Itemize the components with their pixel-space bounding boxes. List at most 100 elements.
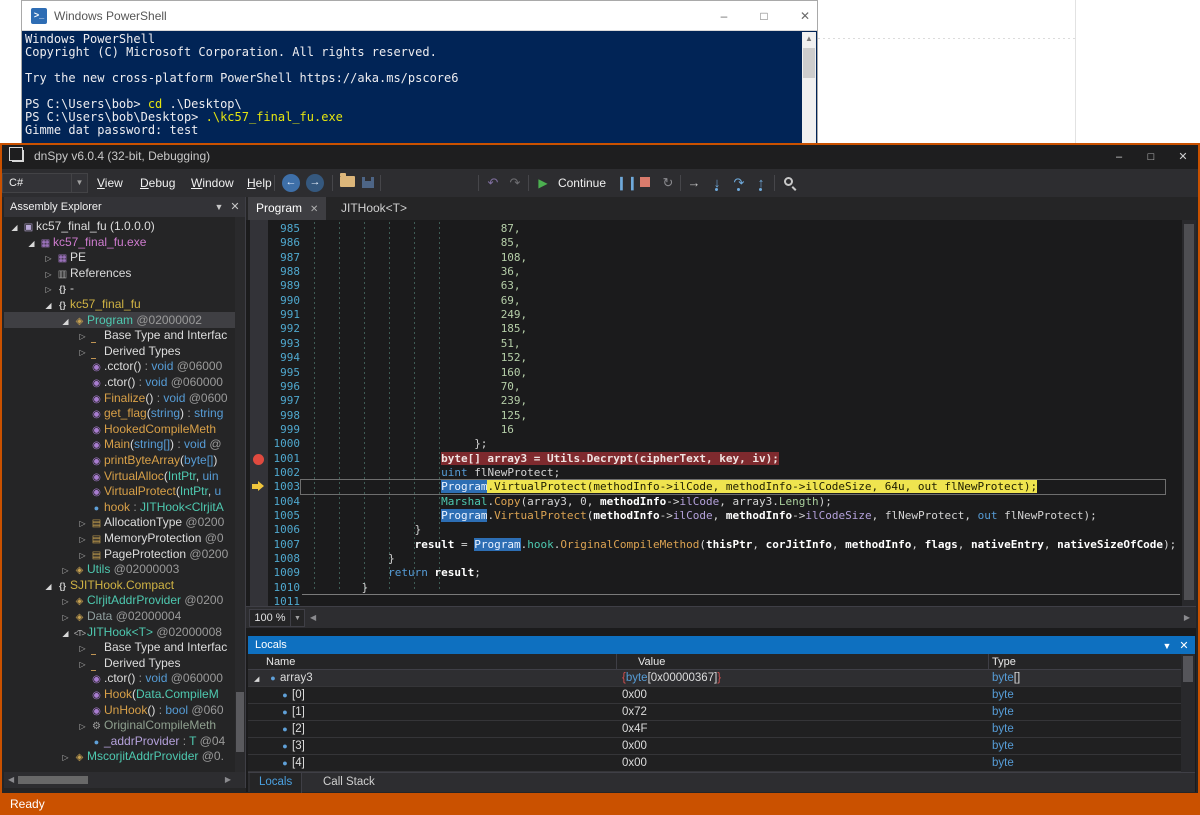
collapsed-arrow-icon[interactable]: ▷	[76, 329, 89, 343]
code-line[interactable]: 1007 result = Program.hook.OriginalCompi…	[246, 538, 1182, 553]
tree-item[interactable]: ▷◈ClrjitAddrProvider @0200	[4, 592, 245, 608]
collapsed-arrow-icon[interactable]: ▷	[76, 532, 89, 546]
tree-item[interactable]: ▷Derived Types	[4, 655, 245, 671]
expanded-arrow-icon[interactable]: ◢	[59, 626, 72, 640]
maximize-icon[interactable]: □	[1138, 147, 1164, 167]
code-line[interactable]: 1003 Program.VirtualProtect(methodInfo->…	[246, 480, 1182, 495]
code-line[interactable]: 999 16	[246, 423, 1182, 438]
tree-item[interactable]: ◉UnHook() : bool @060	[4, 702, 245, 718]
menu-window[interactable]: Window	[184, 174, 241, 192]
tree-item[interactable]: ◉.cctor() : void @06000	[4, 358, 245, 374]
code-line[interactable]: 1011	[246, 595, 1182, 606]
menu-debug[interactable]: Debug	[133, 174, 182, 192]
tree-item[interactable]: ▷Base Type and Interfac	[4, 327, 245, 343]
tree-item[interactable]: ◢◈Program @02000002	[4, 312, 245, 328]
tree-item[interactable]: ▷⚙OriginalCompileMeth	[4, 717, 245, 733]
expanded-arrow-icon[interactable]: ◢	[254, 671, 266, 687]
code-line[interactable]: 1010 }	[246, 581, 1182, 596]
tree-item[interactable]: ▷{}-	[4, 280, 245, 296]
code-line[interactable]: 989 63,	[246, 279, 1182, 294]
collapsed-arrow-icon[interactable]: ▷	[76, 657, 89, 671]
tree-item[interactable]: ▷◈MscorjitAddrProvider @0.	[4, 748, 245, 764]
tree-item[interactable]: ▷Base Type and Interfac	[4, 639, 245, 655]
stop-icon[interactable]	[640, 174, 650, 192]
powershell-titlebar[interactable]: >_ Windows PowerShell – □ ✕	[22, 1, 817, 31]
collapsed-arrow-icon[interactable]: ▷	[59, 563, 72, 577]
menu-help[interactable]: Help	[240, 174, 279, 192]
save-all-icon[interactable]	[362, 177, 374, 188]
open-file-icon[interactable]	[340, 176, 355, 187]
locals-row[interactable]: ●[1]0x72byte	[248, 704, 1181, 721]
column-value[interactable]: Value	[638, 654, 665, 671]
scroll-left-icon[interactable]: ◀	[310, 607, 316, 629]
code-line[interactable]: 997 239,	[246, 394, 1182, 409]
minimize-icon[interactable]: –	[713, 7, 735, 25]
scroll-right-icon[interactable]: ▶	[225, 772, 231, 788]
scrollbar-thumb[interactable]	[1184, 224, 1194, 600]
code-line[interactable]: 1005 Program.VirtualProtect(methodInfo->…	[246, 509, 1182, 524]
collapsed-arrow-icon[interactable]: ▷	[42, 251, 55, 265]
collapsed-arrow-icon[interactable]: ▷	[42, 267, 55, 281]
locals-row[interactable]: ◢●array3{byte[0x00000367]}byte[]	[248, 670, 1181, 687]
collapsed-arrow-icon[interactable]: ▷	[59, 750, 72, 764]
tree-vertical-scrollbar[interactable]	[235, 217, 245, 772]
tree-item[interactable]: ◉.ctor() : void @060000	[4, 374, 245, 390]
continue-button[interactable]: Continue	[554, 174, 610, 192]
assembly-explorer-header[interactable]: Assembly Explorer ▼ ✕	[4, 197, 245, 217]
step-out-icon[interactable]: ↑	[754, 174, 768, 192]
code-line[interactable]: 998 125,	[246, 409, 1182, 424]
minimize-icon[interactable]: –	[1106, 147, 1132, 167]
expanded-arrow-icon[interactable]: ◢	[25, 236, 38, 250]
tree-item[interactable]: ◉VirtualProtect(IntPtr, u	[4, 483, 245, 499]
code-line[interactable]: 1004 Marshal.Copy(array3, 0, methodInfo-…	[246, 495, 1182, 510]
code-line[interactable]: 1008 }	[246, 552, 1182, 567]
code-line[interactable]: 992 185,	[246, 322, 1182, 337]
scrollbar-thumb[interactable]	[1183, 656, 1193, 682]
locals-titlebar[interactable]: Locals ▼ ✕	[248, 636, 1195, 654]
undo-icon[interactable]: ↶	[484, 174, 502, 192]
continue-icon[interactable]: ▶	[536, 174, 550, 192]
tree-horizontal-scrollbar[interactable]: ◀ ▶	[4, 772, 245, 788]
tool-tab-call-stack[interactable]: Call Stack	[314, 773, 384, 793]
code-line[interactable]: 1006 }	[246, 523, 1182, 538]
close-icon[interactable]: ✕	[310, 204, 318, 215]
tree-item[interactable]: ◢▣kc57_final_fu (1.0.0.0)	[4, 218, 245, 234]
tree-item[interactable]: ◉Hook(Data.CompileM	[4, 686, 245, 702]
tree-item[interactable]: ▷▤AllocationType @0200	[4, 514, 245, 530]
collapsed-arrow-icon[interactable]: ▷	[76, 641, 89, 655]
tree-item[interactable]: ◉Main(string[]) : void @	[4, 436, 245, 452]
code-line[interactable]: 1000 };	[246, 437, 1182, 452]
breakpoint-icon[interactable]	[253, 454, 264, 465]
tree-item[interactable]: ▷▤MemoryProtection @0	[4, 530, 245, 546]
tree-item[interactable]: ◉get_flag(string) : string	[4, 405, 245, 421]
tree-item[interactable]: ▷◈Utils @02000003	[4, 561, 245, 577]
redo-icon[interactable]: ↷	[506, 174, 524, 192]
scroll-right-icon[interactable]: ▶	[1184, 607, 1190, 629]
chevron-down-icon[interactable]: ▼	[1159, 636, 1175, 656]
code-line[interactable]: 996 70,	[246, 380, 1182, 395]
tree-item[interactable]: ▷◈Data @02000004	[4, 608, 245, 624]
collapsed-arrow-icon[interactable]: ▷	[76, 548, 89, 562]
scroll-left-icon[interactable]: ◀	[8, 772, 14, 788]
editor-vertical-scrollbar[interactable]	[1182, 220, 1196, 606]
tree-item[interactable]: ◉printByteArray(byte[])	[4, 452, 245, 468]
locals-row[interactable]: ●[2]0x4Fbyte	[248, 721, 1181, 738]
code-line[interactable]: 988 36,	[246, 265, 1182, 280]
tab-program[interactable]: Program✕	[248, 197, 326, 220]
tree-item[interactable]: ◉Finalize() : void @0600	[4, 390, 245, 406]
tree-item[interactable]: ●_addrProvider : T @04	[4, 733, 245, 749]
collapsed-arrow-icon[interactable]: ▷	[76, 345, 89, 359]
collapsed-arrow-icon[interactable]: ▷	[42, 282, 55, 296]
tree-item[interactable]: ◢<T>JITHook<T> @02000008	[4, 624, 245, 640]
code-line[interactable]: 991 249,	[246, 308, 1182, 323]
language-dropdown[interactable]: C# ▼	[2, 173, 88, 193]
tool-tab-locals[interactable]: Locals	[250, 773, 302, 793]
code-line[interactable]: 1009 return result;	[246, 566, 1182, 581]
expanded-arrow-icon[interactable]: ◢	[59, 314, 72, 328]
tree-item[interactable]: ▷▤PageProtection @0200	[4, 546, 245, 562]
code-line[interactable]: 987 108,	[246, 251, 1182, 266]
collapsed-arrow-icon[interactable]: ▷	[59, 610, 72, 624]
code-line[interactable]: 993 51,	[246, 337, 1182, 352]
dnspy-titlebar[interactable]: dnSpy v6.0.4 (32-bit, Debugging) – □ ✕	[2, 145, 1198, 169]
expanded-arrow-icon[interactable]: ◢	[42, 298, 55, 312]
